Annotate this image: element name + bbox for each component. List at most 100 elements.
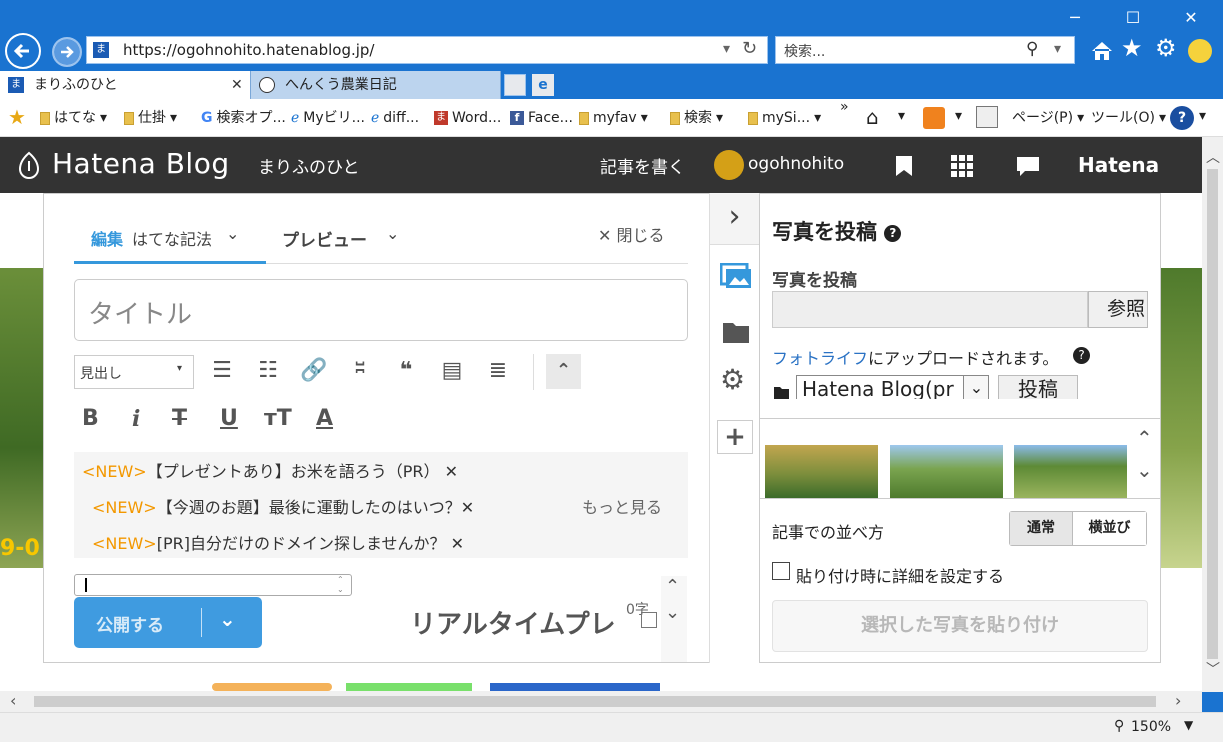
expand-preview-icon[interactable] [641,612,657,628]
blog-name-link[interactable]: まりふのひと [258,153,360,178]
chevron-down-icon[interactable]: ▾ [1199,108,1206,124]
browse-button[interactable]: 参照 [1088,291,1148,328]
bulleted-list-icon[interactable]: ☰ [206,357,238,385]
strikethrough-icon[interactable]: T [172,406,187,431]
gear-icon[interactable]: ⚙ [1155,34,1177,62]
fav-item-mysite[interactable]: mySi... ▾ [748,107,821,129]
text-size-icon[interactable]: ᴛT [264,406,292,431]
chevron-down-icon[interactable]: ⌄ [1136,458,1153,482]
back-button[interactable] [5,33,41,69]
home-small-icon[interactable]: ⌂ [866,105,879,129]
fav-item-diff[interactable]: ℯ diff... [371,107,419,129]
minimize-button[interactable]: ─ [1052,6,1098,30]
footnote-icon[interactable]: ≣ [482,357,514,385]
photo-thumbnail[interactable] [765,445,878,498]
notification-item[interactable]: <NEW>[PR]自分だけのドメイン探しませんか？ ✕ [92,530,464,554]
chevron-down-icon[interactable]: ⌄ [219,607,236,631]
url-dropdown-icon[interactable]: ▾ [723,41,730,57]
help-icon[interactable]: ? [1073,347,1090,364]
home-icon[interactable] [1090,40,1114,62]
paste-selected-button[interactable]: 選択した写真を貼り付け [772,600,1148,652]
underline-icon[interactable]: U [220,406,238,431]
tab-henkuu[interactable]: へんくう農業日記 [251,71,501,99]
fav-item-myfav[interactable]: myfav ▾ [579,107,648,129]
spin-arrows-icon[interactable]: ⌃ ⌄ [337,575,344,595]
write-article-link[interactable]: 記事を書く [600,153,685,178]
table-icon[interactable]: ▤ [436,357,468,385]
tab-edit[interactable]: 編集 はてな記法 ⌄ [74,216,266,264]
scroll-thumb[interactable] [1207,169,1218,659]
italic-icon[interactable]: i [132,406,140,432]
notification-bubble-icon[interactable] [1016,156,1040,178]
horizontal-scrollbar[interactable]: ‹ › [0,691,1202,712]
tools-menu[interactable]: ツール(O) ▾ [1091,107,1166,129]
search-dropdown-icon[interactable]: ▾ [1054,41,1061,57]
bold-icon[interactable]: B [82,406,99,431]
post-photo-button[interactable]: 投稿 [998,375,1078,399]
chevron-up-icon[interactable]: ︿ [1206,147,1220,167]
scroll-thumb[interactable] [34,696,1156,707]
bookmark-icon[interactable] [895,155,913,177]
chevron-down-icon[interactable]: ▾ [955,108,962,124]
preview-scrollbar[interactable]: ⌃ ⌄ [661,576,687,662]
hatena-blog-logo[interactable]: Hatena Blog [52,147,230,180]
close-editor-button[interactable]: ✕ 閉じる [598,222,665,246]
thumbnail-scroller[interactable]: ⌃ ⌄ [1132,426,1160,496]
tab-mariful[interactable]: ま まりふのひと ✕ [0,71,251,99]
text-color-icon[interactable]: A [316,406,333,431]
search-box[interactable]: 検索... ⚲ ▾ [775,36,1075,64]
collapse-sidebar-button[interactable]: › [710,193,759,245]
help-icon[interactable]: ? [1170,106,1194,130]
refresh-icon[interactable]: ↻ [742,38,757,59]
forward-button[interactable] [52,37,82,67]
file-path-input[interactable] [772,291,1088,328]
edge-icon[interactable]: e [532,74,554,96]
paste-detail-checkbox[interactable] [772,562,790,580]
fav-item-kensaku[interactable]: 検索 ▾ [670,107,723,129]
favorites-add-star-icon[interactable]: ★ [8,107,26,127]
avatar[interactable] [714,150,744,180]
page-menu[interactable]: ページ(P) ▾ [1012,107,1084,129]
notification-item[interactable]: <NEW>【プレゼントあり】お米を語ろう（PR） ✕ [82,458,458,482]
new-tab-icon[interactable] [504,74,526,96]
hatena-logo[interactable]: Hatena [1078,153,1159,177]
dismiss-icon[interactable]: ✕ [461,498,474,517]
quote-icon[interactable]: ❝ [390,357,422,385]
fav-item-word[interactable]: ま Word... [434,107,501,129]
chevron-right-icon[interactable]: › [1175,691,1181,710]
chevron-down-icon[interactable]: ﹀ [1206,659,1220,679]
link-icon[interactable]: 🔗 [298,357,330,385]
zoom-dropdown-icon[interactable]: ▼ [1184,718,1193,732]
zoom-level[interactable]: 150% [1131,719,1171,735]
heading-select[interactable]: 見出し ▾ [74,355,194,389]
notification-item[interactable]: <NEW>【今週のお題】最後に運動したのはいつ？✕ [92,494,474,518]
collapse-toolbar-button[interactable]: ⌃ [546,354,581,389]
folder-select[interactable]: Hatena Blog(pr ⌄ [796,375,989,399]
order-normal-button[interactable]: 通常 [1010,512,1072,545]
dismiss-icon[interactable]: ✕ [445,462,458,481]
close-window-button[interactable]: ✕ [1168,6,1214,30]
fav-item-hatena[interactable]: はてな ▾ [40,107,107,129]
chevron-up-icon[interactable]: ⌃ [665,576,680,597]
search-icon[interactable]: ⚲ [1026,39,1038,59]
folder-icon[interactable] [722,320,750,344]
maximize-button[interactable]: ☐ [1110,6,1156,30]
photo-icon[interactable] [720,263,752,289]
smiley-feedback-icon[interactable] [1188,39,1212,63]
rss-feed-icon[interactable] [923,107,945,129]
tab-close-icon[interactable]: ✕ [231,71,243,99]
apps-grid-icon[interactable] [951,155,973,177]
add-plugin-icon[interactable]: + [717,420,753,454]
numbered-list-icon[interactable]: ☷ [252,357,284,385]
title-input[interactable]: タイトル [74,279,688,341]
favorites-overflow[interactable]: » [840,99,849,115]
more-link[interactable]: もっと見る [582,494,662,518]
publish-button[interactable]: 公開する ⌄ [74,597,262,648]
favorites-star-icon[interactable]: ★ [1121,34,1143,62]
fav-item-shikake[interactable]: 仕掛 ▾ [124,107,177,129]
gear-icon[interactable]: ⚙ [720,363,745,396]
help-icon[interactable]: ? [884,224,902,242]
fav-item-search-option[interactable]: G 検索オプ... [201,107,286,129]
photo-thumbnail[interactable] [890,445,1003,498]
fav-item-mybiri[interactable]: ℯ Myビリ... [291,107,365,129]
